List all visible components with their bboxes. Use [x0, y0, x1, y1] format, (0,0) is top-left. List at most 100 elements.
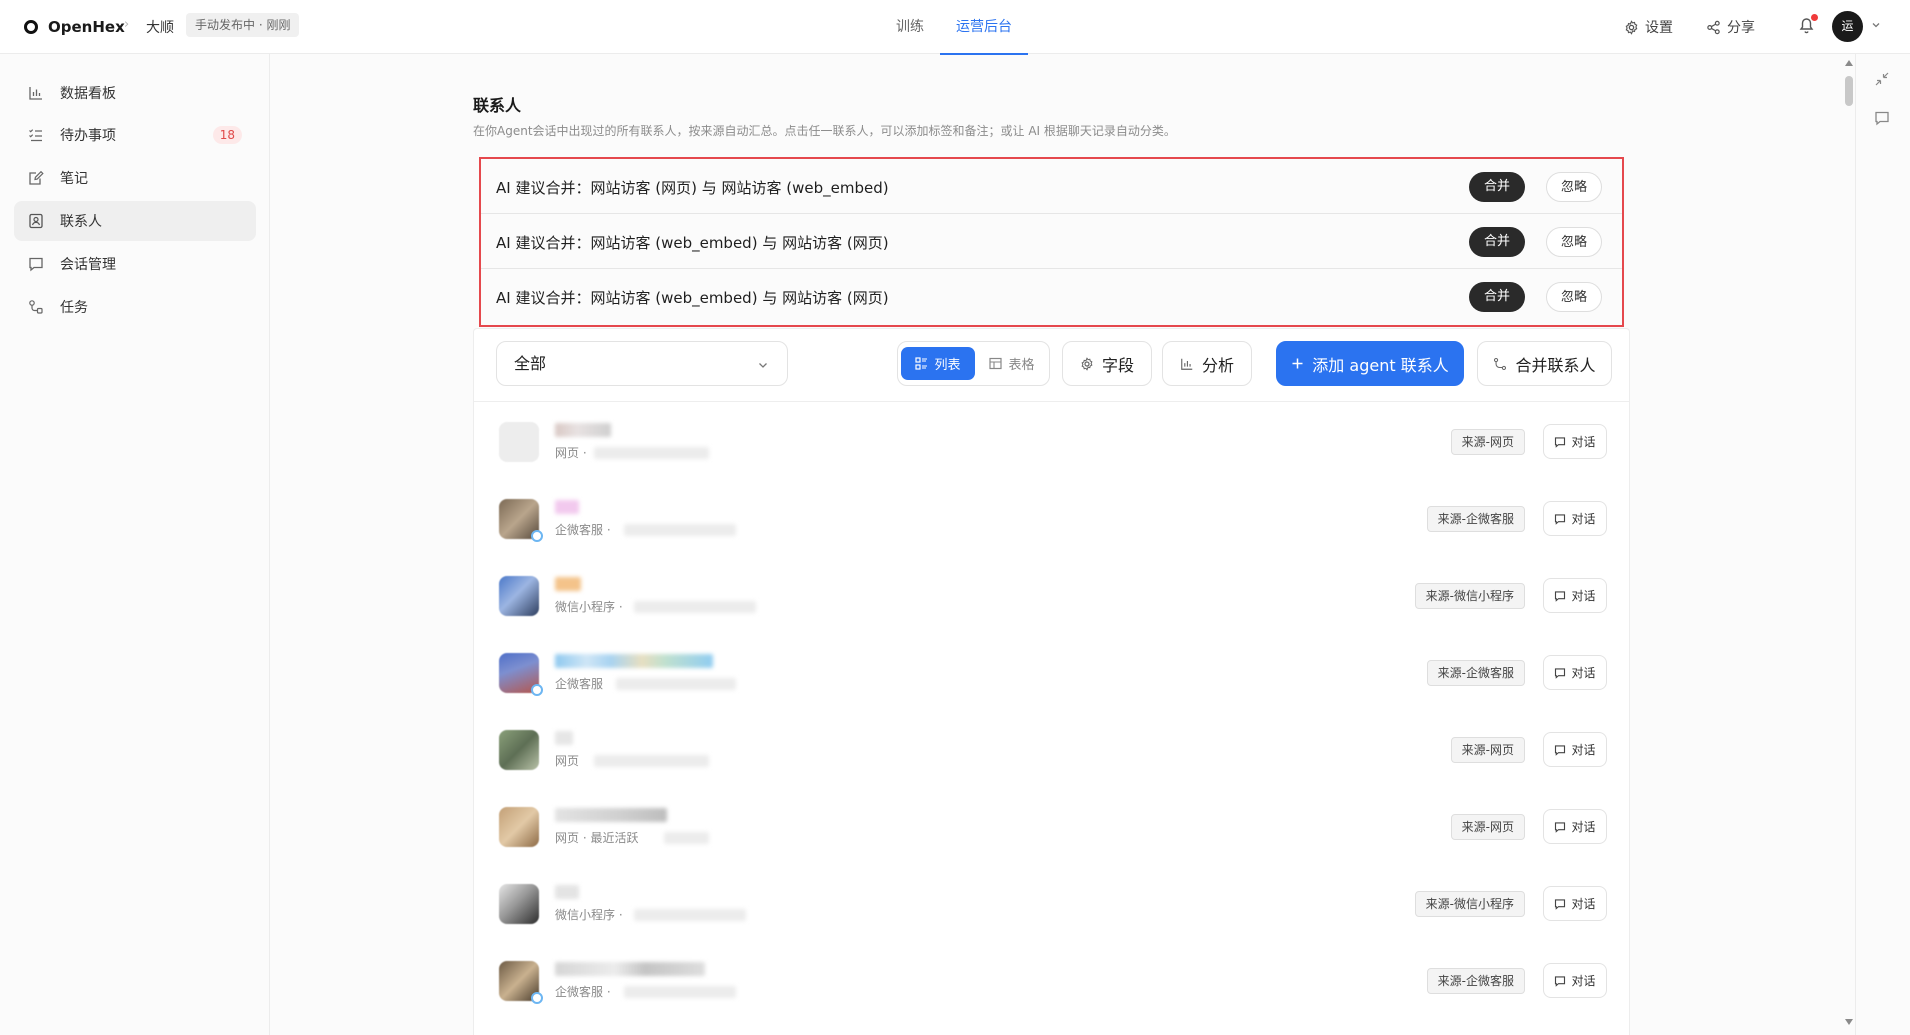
add-agent-contact-button[interactable]: 添加 agent 联系人 — [1276, 341, 1464, 386]
ignore-button[interactable]: 忽略 — [1546, 282, 1602, 312]
task-flow-icon — [29, 300, 43, 314]
chat-button[interactable]: 对话 — [1543, 809, 1607, 844]
wecom-badge-icon — [531, 992, 543, 1004]
sidebar-item-label: 联系人 — [60, 214, 102, 230]
fields-button[interactable]: 字段 — [1062, 341, 1152, 386]
merge-icon — [1494, 357, 1507, 370]
contact-row[interactable]: 企微客服 来源-企微客服 对话 — [474, 633, 1629, 710]
tab-training[interactable]: 训练 — [880, 0, 940, 54]
breadcrumb-agent-name[interactable]: 大顺 — [146, 17, 174, 37]
notification-button[interactable] — [1798, 14, 1818, 38]
view-list-button[interactable]: 列表 — [901, 347, 975, 380]
sidebar-item-label: 待办事项 — [60, 128, 116, 144]
sidebar-item-label: 笔记 — [60, 171, 88, 187]
share-button[interactable]: 分享 — [1706, 17, 1755, 37]
chat-bubble-icon[interactable] — [1874, 110, 1890, 126]
ignore-button[interactable]: 忽略 — [1546, 227, 1602, 257]
chat-bubble-icon — [1555, 975, 1566, 987]
chevron-down-icon — [759, 363, 767, 368]
contact-row[interactable]: 微信小程序 · 来源-微信小程序 对话 — [474, 556, 1629, 633]
contact-row[interactable]: 网页 来源-网页 对话 — [474, 710, 1629, 787]
scroll-up-arrow-icon[interactable] — [1845, 60, 1853, 66]
source-filter-select[interactable]: 全部 — [496, 341, 788, 386]
contact-avatar — [499, 884, 539, 924]
contact-name-redacted — [555, 731, 573, 745]
table-view-icon — [989, 357, 1003, 370]
settings-label: 设置 — [1645, 20, 1673, 36]
chat-label: 对话 — [1571, 743, 1596, 757]
merge-button[interactable]: 合并 — [1469, 227, 1525, 257]
chat-button[interactable]: 对话 — [1543, 578, 1607, 613]
fields-label: 字段 — [1101, 355, 1134, 375]
chat-button[interactable]: 对话 — [1543, 424, 1607, 459]
brand[interactable]: OpenHex — [24, 17, 125, 37]
contact-row[interactable]: 网页 · 来源-网页 对话 — [474, 402, 1629, 479]
sidebar-item-todo[interactable]: 待办事项 18 — [14, 115, 256, 155]
contact-avatar — [499, 576, 539, 616]
sidebar-item-label: 任务 — [60, 300, 88, 316]
chat-bubble-icon — [1555, 898, 1566, 910]
chat-button[interactable]: 对话 — [1543, 655, 1607, 690]
merge-button[interactable]: 合并 — [1469, 172, 1525, 202]
suggestion-text: AI 建议合并：网站访客 (web_embed) 与 网站访客 (网页) — [496, 234, 889, 252]
contact-row[interactable]: 微信小程序 · 来源-微信小程序 对话 — [474, 864, 1629, 941]
contact-row[interactable]: 网页 · 最近活跃 来源-网页 对话 — [474, 787, 1629, 864]
top-bar: OpenHex › 大顺 手动发布中 · 刚刚 训练 运营后台 设置 分享 运 — [0, 0, 1910, 55]
ignore-button[interactable]: 忽略 — [1546, 172, 1602, 202]
share-label: 分享 — [1727, 20, 1755, 36]
list-view-icon — [915, 357, 928, 370]
chat-bubble-icon — [1555, 821, 1566, 833]
sidebar-item-notes[interactable]: 笔记 — [14, 158, 256, 198]
note-edit-icon — [29, 170, 44, 185]
top-nav: 训练 运营后台 — [880, 0, 1028, 55]
chat-button[interactable]: 对话 — [1543, 886, 1607, 921]
tab-operations[interactable]: 运营后台 — [940, 0, 1028, 55]
page-description: 在你Agent会话中出现过的所有联系人，按来源自动汇总。点击任一联系人，可以添加… — [473, 124, 1176, 138]
contact-meta: 网页 · — [555, 446, 587, 460]
main-content: 联系人 在你Agent会话中出现过的所有联系人，按来源自动汇总。点击任一联系人，… — [271, 54, 1843, 1035]
suggestion-text: AI 建议合并：网站访客 (网页) 与 网站访客 (web_embed) — [496, 179, 889, 197]
chat-button[interactable]: 对话 — [1543, 501, 1607, 536]
chevron-down-icon[interactable] — [1871, 20, 1881, 30]
view-table-button[interactable]: 表格 — [978, 347, 1046, 380]
contact-name-redacted — [555, 885, 579, 899]
contact-meta: 企微客服 · — [555, 523, 611, 537]
chat-button[interactable]: 对话 — [1543, 963, 1607, 998]
chat-label: 对话 — [1571, 666, 1596, 680]
contact-meta-redacted — [634, 909, 746, 921]
contact-meta-redacted — [624, 524, 736, 536]
merge-contacts-button[interactable]: 合并联系人 — [1477, 341, 1612, 386]
contact-row[interactable]: 企微客服 · 来源-企微客服 对话 — [474, 941, 1629, 1018]
scroll-thumb[interactable] — [1845, 76, 1853, 106]
plus-icon — [1292, 358, 1303, 369]
contact-row[interactable]: 企微客服 · 来源-企微客服 对话 — [474, 479, 1629, 556]
analyze-button[interactable]: 分析 — [1162, 341, 1252, 386]
chat-bubble-icon — [29, 257, 43, 272]
chat-label: 对话 — [1571, 589, 1596, 603]
sidebar-item-contacts[interactable]: 联系人 — [14, 201, 256, 241]
scroll-down-arrow-icon[interactable] — [1845, 1019, 1853, 1025]
main-scrollbar[interactable] — [1843, 54, 1855, 1035]
publish-status-badge: 手动发布中 · 刚刚 — [186, 13, 300, 37]
chat-label: 对话 — [1571, 897, 1596, 911]
sidebar-item-tasks[interactable]: 任务 — [14, 287, 256, 327]
contact-name-redacted — [555, 423, 611, 437]
contact-avatar — [499, 730, 539, 770]
wecom-badge-icon — [531, 530, 543, 542]
source-tag: 来源-企微客服 — [1426, 968, 1525, 994]
merge-suggestion-row: AI 建议合并：网站访客 (网页) 与 网站访客 (web_embed) 合并 … — [481, 159, 1622, 214]
sidebar: 数据看板 待办事项 18 笔记 联系人 会话管理 任务 — [0, 54, 270, 1035]
sidebar-item-conversations[interactable]: 会话管理 — [14, 244, 256, 284]
contact-name-redacted — [555, 808, 667, 822]
right-rail — [1855, 54, 1910, 1035]
contact-meta: 企微客服 — [555, 677, 604, 691]
merge-button[interactable]: 合并 — [1469, 282, 1525, 312]
user-avatar[interactable]: 运 — [1832, 11, 1863, 42]
sidebar-item-dashboard[interactable]: 数据看板 — [14, 73, 256, 113]
chat-bubble-icon — [1555, 667, 1566, 679]
settings-button[interactable]: 设置 — [1624, 17, 1673, 37]
chat-button[interactable]: 对话 — [1543, 732, 1607, 767]
collapse-icon[interactable] — [1874, 71, 1890, 87]
view-table-label: 表格 — [1008, 358, 1035, 373]
notification-dot — [1811, 14, 1818, 21]
